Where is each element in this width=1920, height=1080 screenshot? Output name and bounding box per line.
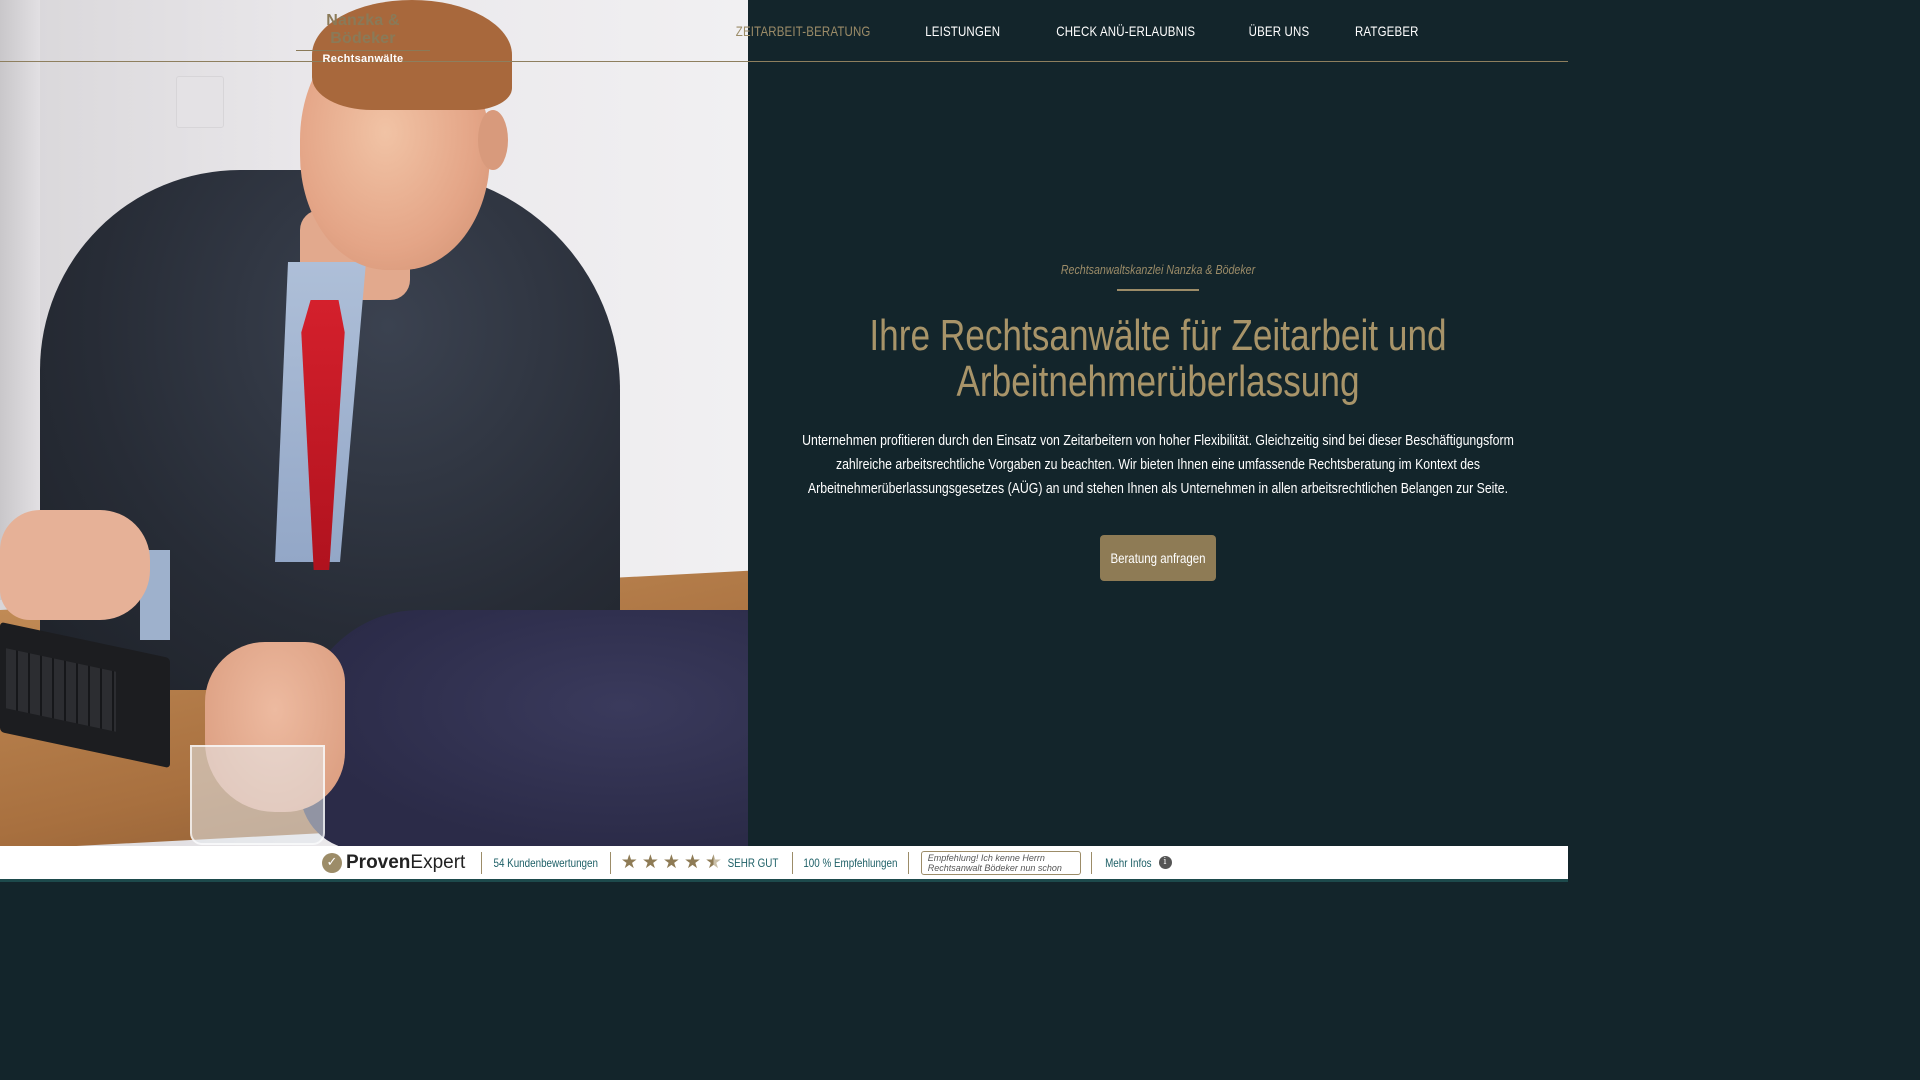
- nav-item-leistungen[interactable]: LEISTUNGEN: [912, 23, 1013, 39]
- hero-headline: Ihre Rechtsanwälte für Zeitarbeit und Ar…: [840, 313, 1477, 405]
- hero-content: Rechtsanwaltskanzlei Nanzka & Bödeker Ih…: [760, 262, 1556, 581]
- divider: [481, 851, 483, 874]
- star-full-icon: ★: [662, 851, 680, 873]
- provenexpert-bar: ✓ ProvenExpert 54 Kundenbewertungen ★ ★ …: [0, 846, 1568, 882]
- logo-subtitle: Rechtsanwälte: [322, 53, 404, 65]
- divider: [1090, 851, 1092, 874]
- headline-line-1: Ihre Rechtsanwälte für Zeitarbeit und: [869, 311, 1447, 360]
- review-count[interactable]: 54 Kundenbewertungen: [494, 856, 599, 870]
- photo-light-switch: [176, 76, 224, 128]
- more-info-link[interactable]: Mehr Infos i: [1100, 856, 1172, 870]
- provenexpert-brand: ProvenExpert: [346, 851, 466, 873]
- provenexpert-widget[interactable]: ✓ ProvenExpert 54 Kundenbewertungen ★ ★ …: [322, 846, 1172, 879]
- site-header: Nanzka & Bödeker Rechtsanwälte ZEITARBEI…: [0, 0, 1568, 65]
- provenexpert-logo[interactable]: ✓ ProvenExpert: [322, 852, 473, 874]
- site-logo[interactable]: Nanzka & Bödeker Rechtsanwälte: [292, 12, 434, 66]
- hero-photo: [0, 0, 748, 846]
- photo-second-person-sleeve: [300, 610, 748, 846]
- hero-eyebrow: Rechtsanwaltskanzlei Nanzka & Bödeker: [1060, 262, 1256, 277]
- nav-item-ueber-uns[interactable]: ÜBER UNS: [1236, 23, 1323, 39]
- photo-hand: [0, 510, 150, 620]
- info-icon: i: [1158, 856, 1172, 869]
- headline-line-2: Arbeitnehmerüberlassung: [956, 357, 1360, 406]
- main-nav: ZEITARBEIT-BERATUNG LEISTUNGEN CHECK ANÜ…: [705, 0, 1442, 62]
- logo-divider: [296, 50, 430, 51]
- recommendation-rate: 100 % Empfehlungen: [803, 855, 898, 870]
- divider: [609, 851, 611, 874]
- divider: [792, 851, 794, 874]
- divider: [907, 851, 909, 874]
- logo-name: Nanzka & Bödeker: [326, 12, 400, 47]
- photo-ear: [478, 110, 508, 170]
- nav-item-check-anue-erlaubnis[interactable]: CHECK ANÜ-ERLAUBNIS: [1043, 23, 1208, 39]
- review-quote[interactable]: Empfehlung! Ich kenne Herrn Rechtsanwalt…: [920, 850, 1081, 875]
- hero-lead-text: Unternehmen profitieren durch den Einsat…: [802, 432, 1514, 497]
- star-full-icon: ★: [620, 851, 638, 873]
- rating-label: SEHR GUT: [727, 855, 779, 870]
- nav-item-zeitarbeit-beratung[interactable]: ZEITARBEIT-BERATUNG: [723, 23, 884, 39]
- star-half-icon: ★: [704, 851, 723, 873]
- eyebrow-divider: [1117, 289, 1199, 291]
- photo-water-glass: [190, 745, 325, 845]
- star-full-icon: ★: [683, 851, 701, 873]
- consultation-request-button[interactable]: Beratung anfragen: [1100, 535, 1216, 581]
- nav-item-ratgeber[interactable]: RATGEBER: [1342, 23, 1432, 39]
- more-info-label: Mehr Infos: [1104, 855, 1152, 870]
- cta-label: Beratung anfragen: [1110, 550, 1206, 566]
- star-full-icon: ★: [641, 851, 659, 873]
- star-rating: ★ ★ ★ ★ ★: [621, 853, 722, 872]
- checkmark-icon: ✓: [322, 852, 342, 873]
